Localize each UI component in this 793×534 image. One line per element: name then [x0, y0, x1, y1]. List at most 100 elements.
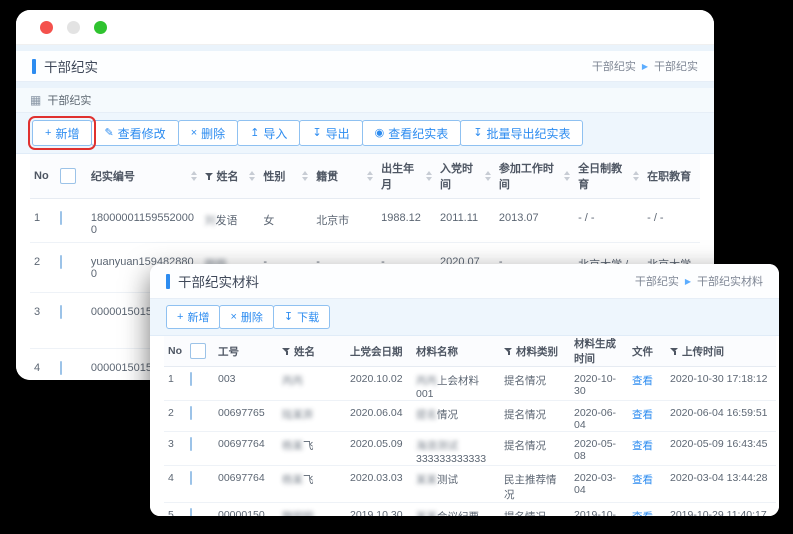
section-label: 干部纪实 — [47, 92, 91, 108]
table-cell[interactable] — [56, 199, 86, 243]
sort-icon[interactable] — [633, 171, 639, 181]
row-checkbox[interactable] — [60, 305, 62, 319]
filter-icon[interactable] — [670, 347, 679, 356]
view-record-table-button[interactable]: ◉查看纪实表 — [362, 120, 462, 146]
breadcrumb-item[interactable]: 干部纪实 — [592, 58, 636, 74]
column-header[interactable]: 入党时间 — [436, 154, 495, 199]
table-cell[interactable] — [56, 293, 86, 349]
view-edit-button[interactable]: ✎查看修改 — [91, 120, 178, 146]
x-icon: × — [230, 312, 236, 323]
column-header[interactable]: 姓名 — [201, 154, 260, 199]
delete-button[interactable]: ×删除 — [178, 120, 238, 146]
sort-asc-arrow — [633, 171, 639, 175]
header-cell-content: 姓名 — [282, 344, 342, 359]
header-cell-content: 材料名称 — [416, 344, 496, 359]
sort-desc-arrow — [485, 177, 491, 181]
view-file-link[interactable]: 查看 — [632, 474, 653, 486]
close-window-button[interactable] — [40, 21, 53, 34]
header-cell-content: 在职教育 — [647, 168, 696, 184]
column-header[interactable]: 籍贯 — [312, 154, 377, 199]
sort-icon[interactable] — [191, 171, 197, 181]
row-checkbox[interactable] — [190, 437, 192, 451]
chevron-right-icon: ▶ — [642, 62, 648, 71]
view-file-link[interactable]: 查看 — [632, 409, 653, 421]
redacted-text: 杨某 — [282, 440, 303, 452]
sort-icon[interactable] — [302, 171, 308, 181]
header-cell-content: 籍贯 — [316, 168, 373, 184]
table-cell: 1988.12 — [377, 199, 436, 243]
sort-icon[interactable] — [485, 171, 491, 181]
header-cell-content: 材料生成时间 — [574, 336, 624, 366]
delete-button[interactable]: ×删除 — [219, 305, 273, 329]
maximize-window-button[interactable] — [94, 21, 107, 34]
table-cell: 民主推荐情况 — [500, 466, 570, 503]
select-all-header-cell[interactable] — [56, 154, 86, 199]
view-file-link[interactable]: 查看 — [632, 440, 653, 452]
download-button[interactable]: ↧下载 — [273, 305, 330, 329]
column-header[interactable]: 参加工作时间 — [495, 154, 574, 199]
page-header: 干部纪实材料 干部纪实 ▶ 干部纪实材料 — [150, 264, 779, 299]
row-checkbox[interactable] — [60, 361, 62, 375]
cell-text: 会议纪要 — [437, 511, 479, 516]
filter-icon[interactable] — [205, 172, 214, 181]
table-cell[interactable] — [186, 432, 214, 466]
row-checkbox[interactable] — [190, 406, 192, 420]
column-header[interactable]: 材料类别 — [500, 336, 570, 367]
row-checkbox[interactable] — [190, 508, 192, 516]
breadcrumb-item[interactable]: 干部纪实 — [635, 273, 679, 289]
filter-icon[interactable] — [504, 347, 513, 356]
row-checkbox[interactable] — [60, 211, 62, 225]
batch-export-record-button[interactable]: ↧批量导出纪实表 — [460, 120, 583, 146]
table-cell[interactable] — [186, 466, 214, 503]
table-row: 500000150魏明明2019.10.30某某会议纪要提名情况2019-10-… — [164, 503, 776, 517]
table-cell[interactable] — [56, 243, 86, 293]
header-cell-content: 入党时间 — [440, 160, 491, 192]
column-header-label: 文件 — [632, 344, 653, 359]
add-button[interactable]: +新增 — [166, 305, 220, 329]
table-cell[interactable] — [186, 367, 214, 401]
sort-icon[interactable] — [367, 171, 373, 181]
row-checkbox[interactable] — [190, 372, 192, 386]
breadcrumb-item-current: 干部纪实 — [654, 58, 698, 74]
sort-asc-arrow — [249, 171, 255, 175]
column-header[interactable]: 上传时间 — [666, 336, 776, 367]
sort-desc-arrow — [426, 177, 432, 181]
column-header[interactable]: 纪实编号 — [87, 154, 201, 199]
table-row: 200697765陆某弃2020.06.04提名情况提名情况2020-06-04… — [164, 401, 776, 432]
select-all-checkbox[interactable] — [60, 168, 76, 184]
sort-icon[interactable] — [426, 171, 432, 181]
cadre-material-table-wrap: No工号姓名上党会日期材料名称材料类别材料生成时间文件上传时间1003丙丙202… — [150, 336, 779, 516]
table-cell: - / - — [574, 199, 643, 243]
table-cell[interactable] — [186, 503, 214, 517]
table-cell[interactable] — [56, 349, 86, 381]
row-checkbox[interactable] — [190, 471, 192, 485]
select-all-checkbox[interactable] — [190, 343, 206, 359]
view-file-link[interactable]: 查看 — [632, 511, 653, 516]
column-header[interactable]: 出生年月 — [377, 154, 436, 199]
column-header[interactable]: 姓名 — [278, 336, 346, 367]
select-all-header-cell[interactable] — [186, 336, 214, 367]
sort-asc-arrow — [302, 171, 308, 175]
table-cell: 2 — [30, 243, 56, 293]
row-checkbox[interactable] — [60, 255, 62, 269]
table-cell: 2019.10.30 — [346, 503, 412, 517]
breadcrumb: 干部纪实 ▶ 干部纪实 — [592, 58, 698, 74]
column-header-label: 出生年月 — [381, 160, 424, 192]
add-button[interactable]: +新增 — [32, 120, 92, 146]
section-header: ▦ 干部纪实 — [16, 88, 714, 113]
filter-icon[interactable] — [282, 347, 291, 356]
redacted-text: 提名 — [416, 409, 437, 421]
table-header-row: No纪实编号姓名性别籍贯出生年月入党时间参加工作时间全日制教育在职教育 — [30, 154, 700, 199]
sort-icon[interactable] — [564, 171, 570, 181]
column-header[interactable]: 性别 — [259, 154, 312, 199]
column-header[interactable]: 全日制教育 — [574, 154, 643, 199]
table-cell[interactable] — [186, 401, 214, 432]
sort-icon[interactable] — [249, 171, 255, 181]
button-label: 删除 — [201, 125, 225, 142]
import-button[interactable]: ↥导入 — [237, 120, 300, 146]
export-button[interactable]: ↧导出 — [299, 120, 362, 146]
minimize-window-button[interactable] — [67, 21, 80, 34]
cell-text: 情况 — [437, 409, 458, 421]
view-file-link[interactable]: 查看 — [632, 375, 653, 387]
table-cell: 2019-10-29 — [570, 503, 628, 517]
